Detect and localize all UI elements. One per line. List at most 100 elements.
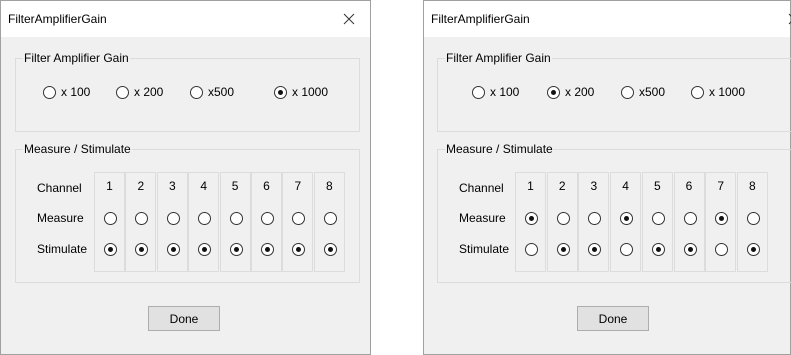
- gain-option-1[interactable]: x 100: [472, 85, 519, 99]
- channel-column-5: 5: [641, 172, 673, 272]
- stimulate-radio-channel-1[interactable]: [525, 243, 538, 256]
- gain-option-3[interactable]: x500: [621, 85, 665, 99]
- channel-column-5: 5: [219, 172, 251, 272]
- channel-row-label: Channel: [37, 181, 82, 195]
- gain-option-label: x 1000: [292, 85, 329, 99]
- stimulate-radio-channel-1[interactable]: [104, 243, 117, 256]
- stimulate-radio-channel-6[interactable]: [683, 243, 697, 256]
- stimulate-radio-channel-7[interactable]: [292, 243, 306, 256]
- measure-row-label: Measure: [459, 211, 506, 225]
- filter-amplifier-gain-group: Filter Amplifier Gain x 100 x 200 x500 x 100…: [15, 51, 360, 132]
- stimulate-radio-channel-6[interactable]: [261, 243, 274, 256]
- measure-group-label: Measure / Stimulate: [445, 142, 554, 157]
- gain-option-4[interactable]: x 1000: [691, 85, 745, 99]
- stimulate-row-label: Stimulate: [459, 242, 510, 256]
- measure-radio-channel-7[interactable]: [292, 212, 306, 225]
- measure-radio-channel-7[interactable]: [715, 212, 729, 225]
- measure-stimulate-group: Measure / Stimulate Channel Measure Stimula…: [437, 142, 791, 283]
- channel-column-2: 2: [125, 172, 157, 272]
- done-button[interactable]: Done: [577, 306, 649, 331]
- channel-number: 3: [590, 179, 598, 193]
- channel-number: 3: [168, 179, 176, 193]
- channel-column-8: 8: [313, 172, 345, 272]
- stimulate-radio-channel-2[interactable]: [135, 243, 149, 256]
- measure-stimulate-group: Measure / Stimulate Channel Measure Stimula…: [15, 142, 360, 283]
- gain-option-1[interactable]: x 100: [43, 85, 90, 99]
- measure-radio-channel-3[interactable]: [166, 212, 180, 225]
- channel-number: 8: [749, 179, 756, 193]
- channel-number: 4: [622, 179, 629, 193]
- close-icon: [343, 13, 355, 25]
- measure-radio-channel-8[interactable]: [746, 212, 760, 225]
- channel-column-4: 4: [188, 172, 220, 272]
- window-title: FilterAmplifierGain: [431, 12, 530, 26]
- channel-number: 8: [325, 179, 333, 193]
- channel-column-4: 4: [610, 172, 642, 272]
- stimulate-radio-channel-3[interactable]: [166, 243, 180, 256]
- gain-option-label: x 200: [134, 85, 164, 99]
- measure-radio-channel-4[interactable]: [198, 212, 212, 225]
- gain-option-label: x 1000: [709, 85, 746, 99]
- window-title: FilterAmplifierGain: [8, 12, 107, 26]
- title-bar: FilterAmplifierGain: [424, 1, 791, 37]
- measure-radio-channel-6[interactable]: [683, 212, 697, 225]
- gain-radio-button[interactable]: [621, 85, 634, 99]
- gain-radio-button[interactable]: [116, 85, 129, 99]
- channel-number: 7: [294, 179, 302, 193]
- title-bar: FilterAmplifierGain: [1, 1, 370, 37]
- channel-number: 4: [200, 179, 208, 193]
- channel-column-3: 3: [578, 172, 610, 272]
- channel-column-1: 1: [94, 172, 125, 272]
- stimulate-radio-channel-5[interactable]: [229, 243, 243, 256]
- channel-number: 2: [137, 179, 145, 193]
- stimulate-radio-channel-4[interactable]: [198, 243, 212, 256]
- done-button[interactable]: Done: [148, 306, 220, 331]
- stimulate-radio-channel-8[interactable]: [323, 243, 337, 256]
- gain-radio-button[interactable]: [190, 85, 203, 99]
- filter-amplifier-gain-group: Filter Amplifier Gain x 100 x 200 x500 x 100…: [437, 51, 791, 132]
- gain-group-label: Filter Amplifier Gain: [445, 51, 552, 66]
- gain-radio-button[interactable]: [472, 85, 485, 99]
- stimulate-radio-channel-4[interactable]: [620, 243, 634, 256]
- channel-number: 2: [558, 179, 566, 193]
- measure-radio-channel-3[interactable]: [588, 212, 602, 225]
- channel-column-8: 8: [736, 172, 768, 272]
- gain-option-label: x 100: [490, 85, 520, 99]
- stimulate-radio-channel-7[interactable]: [715, 243, 729, 256]
- measure-radio-channel-2[interactable]: [556, 212, 570, 225]
- stimulate-radio-channel-2[interactable]: [556, 243, 570, 256]
- measure-radio-channel-2[interactable]: [135, 212, 149, 225]
- gain-option-4[interactable]: x 1000: [274, 85, 328, 99]
- gain-radio-button[interactable]: [547, 85, 560, 99]
- measure-radio-channel-6[interactable]: [261, 212, 274, 225]
- channel-number: 5: [231, 179, 239, 193]
- measure-radio-channel-5[interactable]: [651, 212, 665, 225]
- measure-row-label: Measure: [37, 211, 84, 225]
- channel-number: 5: [653, 179, 661, 193]
- measure-radio-channel-4[interactable]: [620, 212, 634, 225]
- gain-radio-button[interactable]: [274, 85, 287, 99]
- stimulate-radio-channel-5[interactable]: [651, 243, 665, 256]
- channel-column-6: 6: [251, 172, 282, 272]
- measure-radio-channel-8[interactable]: [323, 212, 337, 225]
- stimulate-radio-channel-3[interactable]: [588, 243, 602, 256]
- gain-option-3[interactable]: x500: [190, 85, 234, 99]
- stimulate-radio-channel-8[interactable]: [746, 243, 760, 256]
- gain-radio-button[interactable]: [43, 85, 56, 99]
- gain-option-2[interactable]: x 200: [116, 85, 163, 99]
- channel-number: 6: [263, 179, 270, 193]
- gain-option-2[interactable]: x 200: [547, 85, 594, 99]
- close-button[interactable]: [329, 1, 369, 37]
- gain-group-label: Filter Amplifier Gain: [23, 51, 130, 66]
- close-button[interactable]: [774, 1, 791, 37]
- gain-option-label: x500: [639, 85, 666, 99]
- gain-radio-button[interactable]: [691, 85, 704, 99]
- channel-number: 1: [527, 179, 534, 193]
- channel-row-label: Channel: [459, 181, 504, 195]
- measure-radio-channel-1[interactable]: [104, 212, 117, 225]
- measure-radio-channel-1[interactable]: [525, 212, 538, 225]
- measure-radio-channel-5[interactable]: [229, 212, 243, 225]
- channel-number: 1: [106, 179, 113, 193]
- channel-number: 7: [717, 179, 725, 193]
- gain-option-label: x500: [208, 85, 235, 99]
